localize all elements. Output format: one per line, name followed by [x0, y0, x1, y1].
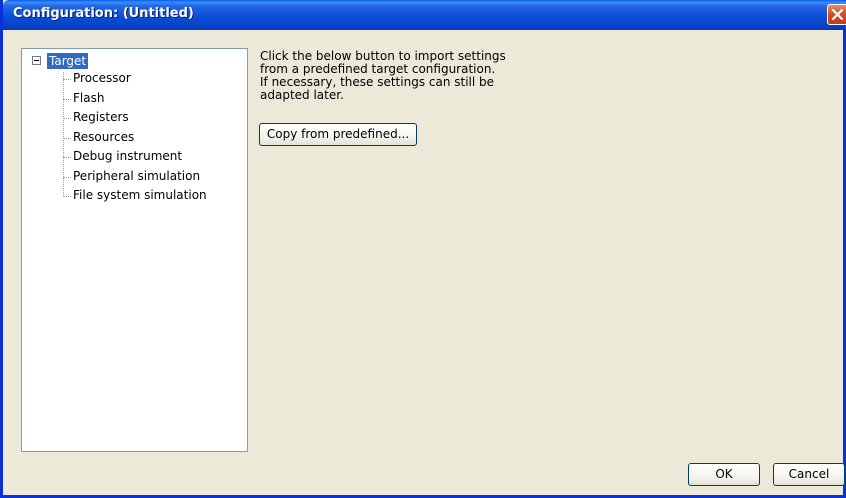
tree-item-registers[interactable]: Registers	[63, 108, 207, 128]
tree-item-flash[interactable]: Flash	[63, 89, 207, 109]
collapse-icon[interactable]	[32, 56, 41, 65]
configuration-dialog: Configuration: (Untitled) Target Process…	[0, 0, 846, 498]
tree-item-file-system-simulation[interactable]: File system simulation	[63, 186, 207, 206]
ok-button[interactable]: OK	[688, 463, 760, 486]
copy-from-predefined-button[interactable]: Copy from predefined...	[259, 123, 417, 146]
tree-item-processor[interactable]: Processor	[63, 69, 207, 89]
cancel-button[interactable]: Cancel	[773, 463, 845, 486]
window-title: Configuration: (Untitled)	[13, 6, 194, 21]
tree-item-debug-instrument[interactable]: Debug instrument	[63, 147, 207, 167]
target-tree[interactable]: Target Processor Flash Registers Resourc…	[21, 48, 248, 452]
tree-item-label[interactable]: Target	[47, 53, 89, 69]
close-icon	[831, 8, 844, 21]
description-line: adapted later.	[260, 88, 344, 102]
tree-children: Processor Flash Registers Resources Debu…	[63, 69, 207, 206]
import-description: Click the below button to import setting…	[260, 50, 510, 102]
title-bar[interactable]: Configuration: (Untitled)	[3, 0, 846, 30]
tree-item-peripheral-simulation[interactable]: Peripheral simulation	[63, 167, 207, 187]
tree-item-resources[interactable]: Resources	[63, 128, 207, 148]
close-button[interactable]	[827, 4, 846, 25]
